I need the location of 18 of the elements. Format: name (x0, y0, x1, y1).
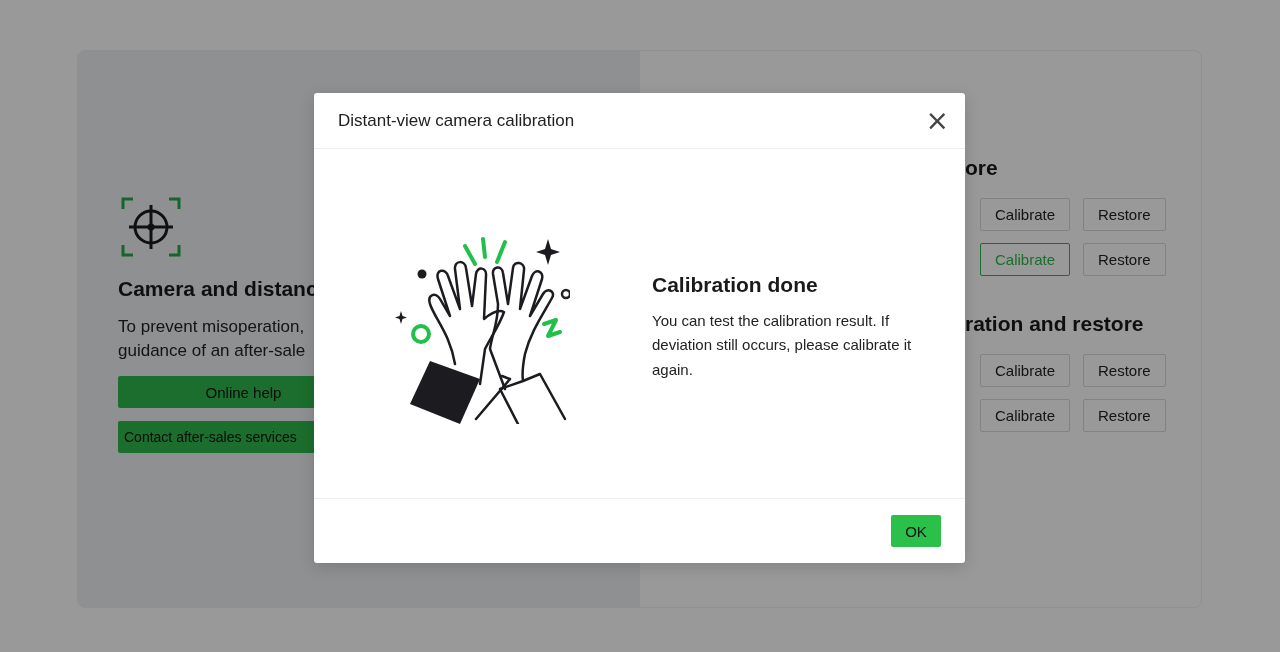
ok-button[interactable]: OK (891, 515, 941, 547)
result-message: You can test the calibration result. If deviation still occurs, please calibrate it again. (652, 310, 913, 380)
restore-button[interactable]: Restore (1083, 399, 1166, 432)
description-text: guidance of an after-sale (118, 340, 307, 362)
section-heading: ration and restore (965, 312, 1145, 336)
crosshair-icon (121, 197, 181, 257)
section-heading: ore (965, 156, 999, 180)
restore-button[interactable]: Restore (1083, 243, 1166, 276)
section-heading: Camera and distanc (118, 277, 314, 301)
calibrate-button[interactable]: Calibrate (980, 198, 1071, 231)
close-button[interactable]: × (925, 108, 949, 133)
restore-button[interactable]: Restore (1083, 198, 1166, 231)
calibrate-button[interactable]: Calibrate (980, 399, 1071, 432)
restore-button[interactable]: Restore (1083, 354, 1166, 387)
dialog-title: Distant-view camera calibration (338, 110, 575, 131)
description-text: To prevent misoperation, (118, 316, 306, 338)
result-heading: Calibration done (652, 272, 819, 297)
calibrate-button[interactable]: Calibrate (980, 354, 1071, 387)
